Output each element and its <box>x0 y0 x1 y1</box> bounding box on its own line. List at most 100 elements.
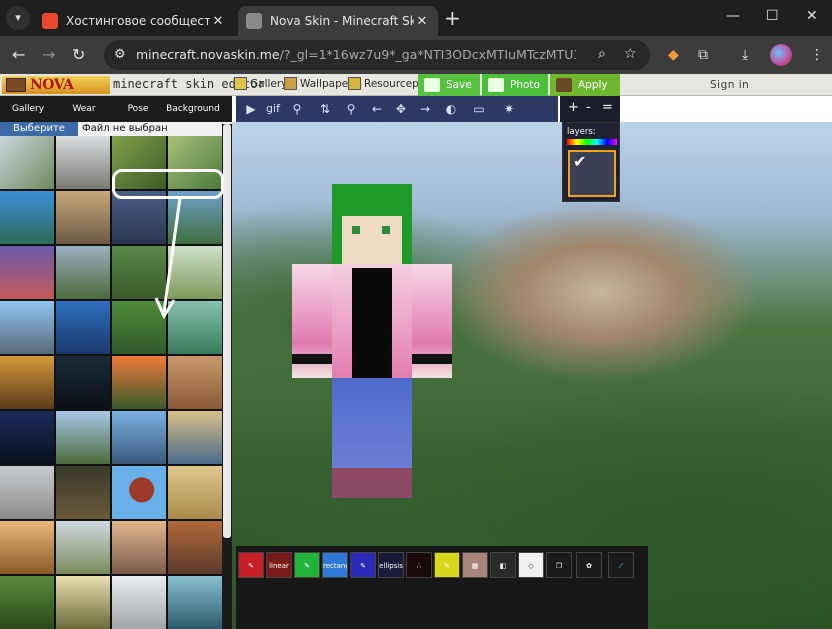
pencil-tool[interactable]: ✎ <box>238 552 264 578</box>
ellipsis-tool[interactable]: ellipsis <box>378 552 404 578</box>
gallery-thumbnail[interactable] <box>0 411 54 464</box>
gallery-thumbnail[interactable] <box>56 136 110 189</box>
save-button[interactable]: Save <box>418 74 480 96</box>
reload-icon[interactable]: ↻ <box>72 45 85 64</box>
site-top-nav: NOVA SKIN minecraft skin editor Gallery … <box>0 74 832 111</box>
smudge-tool[interactable]: ▦ <box>462 552 488 578</box>
gallery-thumbnail[interactable] <box>56 191 110 244</box>
gallery-thumbnail[interactable] <box>112 521 166 574</box>
gallery-thumbnail[interactable] <box>168 576 222 629</box>
spray-tool[interactable]: ∴ <box>406 552 432 578</box>
yellow-tool[interactable]: ✎ <box>434 552 460 578</box>
maximize-icon[interactable]: ☐ <box>766 8 779 24</box>
logo-block-icon <box>6 78 26 92</box>
forward-icon[interactable]: → <box>42 45 55 64</box>
mode-pose-button[interactable]: Pose <box>112 96 164 122</box>
gallery-thumbnail[interactable] <box>0 576 54 629</box>
remove-layer-button[interactable]: - <box>586 100 591 115</box>
apply-button[interactable]: Apply <box>550 74 620 96</box>
palette-icon[interactable]: ◐ <box>442 100 460 118</box>
new-tab-button[interactable]: + <box>444 8 461 28</box>
flip-vertical-icon[interactable]: ⇅ <box>316 100 334 118</box>
back-icon[interactable]: ← <box>12 45 25 64</box>
zoom-icon[interactable]: ⚲ <box>288 100 306 118</box>
zoom-out-icon[interactable]: ⚲ <box>342 100 360 118</box>
gallery-thumbnail[interactable] <box>112 466 166 519</box>
gallery-thumbnail[interactable] <box>168 521 222 574</box>
close-tab-icon[interactable]: ✕ <box>210 14 226 29</box>
gallery-thumbnail[interactable] <box>56 301 110 354</box>
profile-avatar[interactable] <box>770 44 792 66</box>
tab-hosting[interactable]: Хостинговое сообщество «Tim ✕ <box>34 6 234 36</box>
gallery-thumbnail[interactable] <box>0 246 54 299</box>
scrollbar-thumb[interactable] <box>223 124 231 538</box>
close-tab-icon[interactable]: ✕ <box>414 14 430 29</box>
photo-button[interactable]: Photo <box>482 74 548 96</box>
choose-file-button[interactable]: Выберите файл <box>0 122 78 148</box>
zoom-search-icon[interactable]: ⌕ <box>598 46 606 62</box>
gallery-thumbnail[interactable] <box>0 356 54 409</box>
gif-button[interactable]: gif <box>262 100 284 118</box>
novaskin-logo[interactable]: NOVA SKIN <box>2 76 110 111</box>
gallery-thumbnail[interactable] <box>0 521 54 574</box>
merge-layer-button[interactable]: = <box>602 100 613 115</box>
mode-background-button[interactable]: Background <box>164 96 222 122</box>
bookmark-star-icon[interactable]: ☆ <box>624 46 637 62</box>
image-icon[interactable]: ▭ <box>470 100 488 118</box>
extension-fox-icon[interactable]: ◆ <box>668 47 679 63</box>
arrow-right-icon[interactable]: → <box>416 100 434 118</box>
skin-preview[interactable] <box>290 184 452 500</box>
nav-wallpapers-link[interactable]: Wallpapers <box>284 77 358 90</box>
gallery-thumbnail[interactable] <box>168 411 222 464</box>
layer-thumbnail[interactable]: ✔ <box>568 150 616 197</box>
linear-tool[interactable]: linear <box>266 552 292 578</box>
signin-link[interactable]: Sign in <box>710 79 749 91</box>
gallery-thumbnail[interactable] <box>168 466 222 519</box>
checkmark-icon[interactable]: ✔ <box>573 152 586 171</box>
fill-bucket-icon[interactable]: ◧ <box>490 552 516 578</box>
play-icon[interactable]: ▶ <box>242 100 260 118</box>
mode-wear-button[interactable]: Wear <box>56 96 112 122</box>
gallery-thumbnail[interactable] <box>56 411 110 464</box>
gallery-thumbnail[interactable] <box>0 466 54 519</box>
gallery-thumbnail[interactable] <box>56 246 110 299</box>
gallery-thumbnail[interactable] <box>112 576 166 629</box>
camera-icon <box>488 78 504 92</box>
gallery-thumbnail[interactable] <box>0 136 54 189</box>
gallery-scrollbar[interactable] <box>222 124 232 629</box>
tab-novaskin[interactable]: Nova Skin - Minecraft Skin Edito ✕ <box>238 6 438 36</box>
gallery-thumbnail[interactable] <box>56 521 110 574</box>
skin-shoes <box>332 468 412 498</box>
tab-search-button[interactable]: ▾ <box>6 6 30 30</box>
download-icon[interactable]: ⤓ <box>742 47 748 63</box>
rectangle-tool[interactable]: rectangle <box>322 552 348 578</box>
eraser-icon[interactable]: ◇ <box>518 552 544 578</box>
minimize-icon[interactable]: — <box>726 8 740 24</box>
gallery-thumbnail[interactable] <box>168 356 222 409</box>
settings-icon[interactable]: ✷ <box>500 100 518 118</box>
blue-brush-tool[interactable]: ✎ <box>350 552 376 578</box>
layers-copy-icon[interactable]: ❐ <box>546 552 572 578</box>
mode-gallery-button[interactable]: Gallery <box>0 96 56 122</box>
gallery-thumbnail[interactable] <box>112 411 166 464</box>
move-icon[interactable]: ✥ <box>392 100 410 118</box>
site-info-icon[interactable]: ⚙ <box>114 47 126 62</box>
paint-palette-icon[interactable]: ✿ <box>576 552 602 578</box>
brush-tool[interactable]: ✎ <box>294 552 320 578</box>
arrow-left-icon[interactable]: ← <box>368 100 386 118</box>
gallery-thumbnail[interactable] <box>56 356 110 409</box>
novaskin-favicon-icon <box>246 13 262 29</box>
chrome-menu-icon[interactable]: ⋮ <box>810 47 824 63</box>
gallery-thumbnail[interactable] <box>0 191 54 244</box>
gallery-thumbnail[interactable] <box>112 356 166 409</box>
add-layer-button[interactable]: + <box>568 100 579 115</box>
close-window-icon[interactable]: ✕ <box>806 8 818 24</box>
color-spectrum[interactable] <box>567 139 617 145</box>
gallery-thumbnail[interactable] <box>56 466 110 519</box>
gallery-thumbnail[interactable] <box>56 576 110 629</box>
nav-gallery-link[interactable]: Gallery <box>234 77 287 90</box>
eyedropper-icon[interactable]: ⟋ <box>608 552 634 578</box>
gallery-thumbnail[interactable] <box>0 301 54 354</box>
extensions-puzzle-icon[interactable]: ⧉ <box>698 47 708 63</box>
address-bar[interactable]: ⚙ minecraft.novaskin.me/?_gl=1*16wz7u9*_… <box>104 40 650 70</box>
